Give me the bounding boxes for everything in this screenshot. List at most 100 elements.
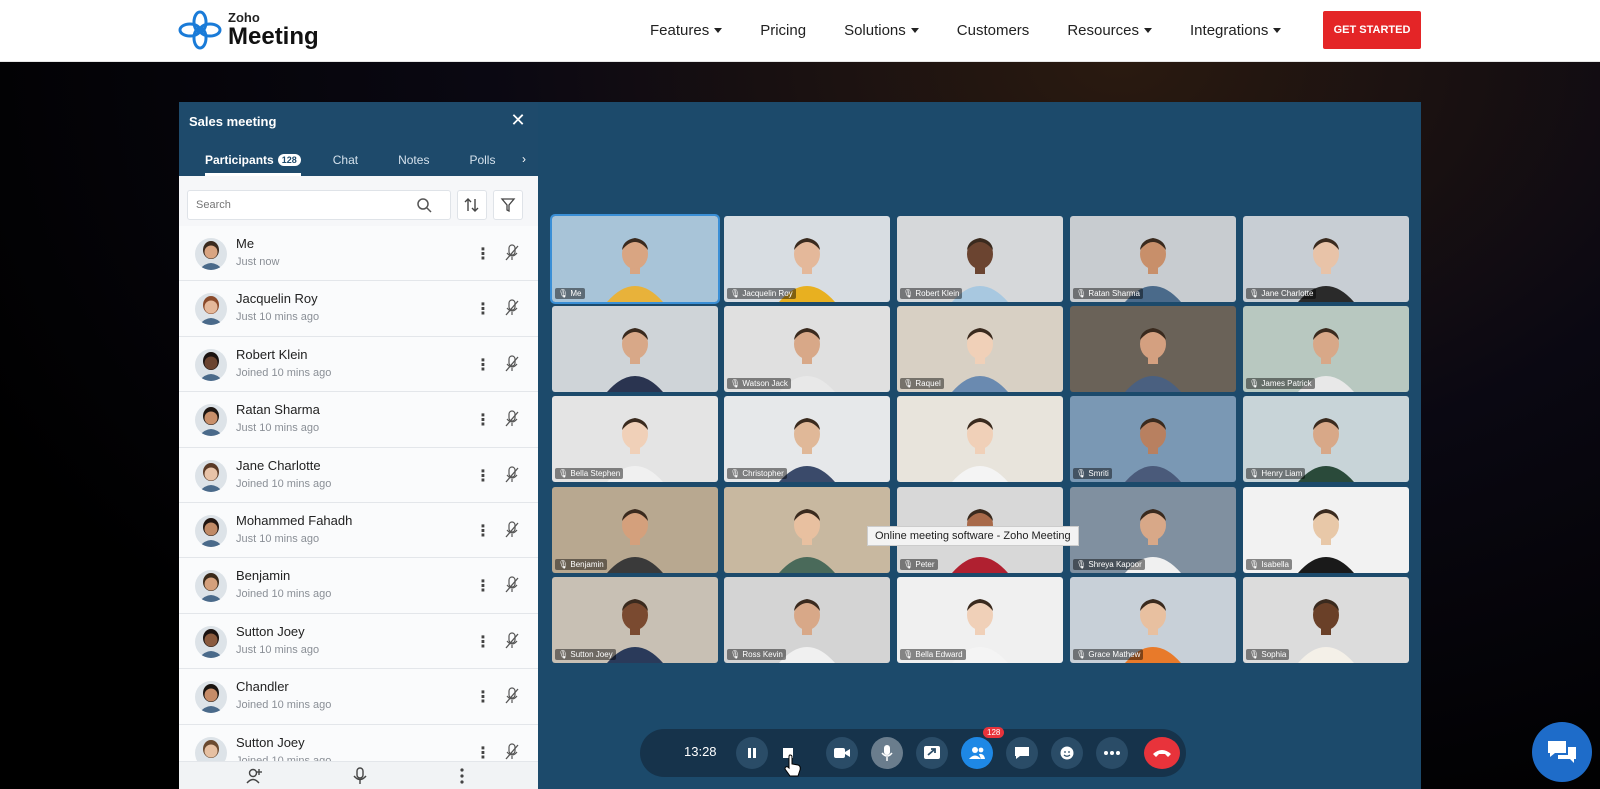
- avatar: [195, 570, 227, 603]
- zoho-meeting-logo[interactable]: Zoho Meeting: [178, 10, 319, 50]
- mic-muted-icon[interactable]: [505, 465, 519, 484]
- mic-muted-icon: 🎙︎: [1249, 379, 1262, 388]
- participant-row[interactable]: Jacquelin Roy Just 10 mins ago ⋮: [179, 281, 538, 337]
- video-tile[interactable]: 🎙︎ Bella Edward: [897, 577, 1063, 663]
- mic-muted-icon[interactable]: [505, 410, 519, 428]
- video-tile[interactable]: 🎙︎ Smriti: [1070, 396, 1236, 482]
- more-vertical-icon[interactable]: ⋮: [475, 466, 491, 486]
- participant-name: Mohammed Fahadh: [236, 512, 353, 528]
- get-started-button[interactable]: GET STARTED: [1323, 11, 1421, 49]
- add-participant-icon[interactable]: [245, 767, 263, 785]
- participant-row[interactable]: Sutton Joey Joined 10 mins ago ⋮: [179, 724, 538, 761]
- more-vertical-icon[interactable]: ⋮: [475, 410, 491, 430]
- video-tile[interactable]: 🎙︎ Shreya Kapoor: [1070, 487, 1236, 573]
- participants-count-badge: 128: [277, 154, 301, 166]
- video-tile[interactable]: 🎙︎ Me: [550, 214, 720, 304]
- more-vertical-icon[interactable]: ⋮: [475, 355, 491, 375]
- more-vertical-icon[interactable]: ⋮: [475, 521, 491, 541]
- video-tile[interactable]: 🎙︎ Raquel: [897, 306, 1063, 392]
- nav-pricing[interactable]: Pricing: [760, 22, 806, 39]
- video-tile[interactable]: 🎙︎ Robert Klein: [897, 216, 1063, 302]
- mic-muted-icon[interactable]: [505, 244, 519, 262]
- participant-row[interactable]: Robert Klein Joined 10 mins ago ⋮: [179, 336, 538, 393]
- participants-count-badge: 128: [983, 727, 1005, 738]
- video-tile[interactable]: 🎙︎ Sutton Joey: [552, 577, 718, 663]
- nav-customers[interactable]: Customers: [957, 22, 1030, 39]
- more-vertical-icon[interactable]: ⋮: [475, 632, 491, 652]
- chevron-right-icon[interactable]: ›: [522, 152, 526, 166]
- mic-muted-icon[interactable]: [505, 632, 519, 650]
- video-tile[interactable]: [552, 306, 718, 392]
- tile-name-label: 🎙︎ Me: [555, 288, 585, 299]
- more-vertical-icon[interactable]: ⋮: [475, 687, 491, 707]
- more-vertical-icon[interactable]: ⋮: [475, 299, 491, 319]
- video-tile[interactable]: 🎙︎ Ratan Sharma: [1070, 216, 1236, 302]
- participant-row[interactable]: Benjamin Joined 10 mins ago ⋮: [179, 558, 538, 614]
- participant-row[interactable]: Ratan Sharma Just 10 mins ago ⋮: [179, 392, 538, 448]
- mic-muted-icon[interactable]: [505, 521, 519, 539]
- more-button[interactable]: [1096, 737, 1128, 769]
- video-tile[interactable]: 🎙︎ James Patrick: [1243, 306, 1409, 392]
- participant-row[interactable]: Mohammed Fahadh Just 10 mins ago ⋮: [179, 502, 538, 559]
- chat-icon: [1015, 747, 1029, 759]
- more-vertical-icon[interactable]: ⋮: [475, 743, 491, 761]
- live-chat-button[interactable]: [1532, 722, 1592, 782]
- video-tile[interactable]: 🎙︎ Jane Charlotte: [1243, 216, 1409, 302]
- mic-muted-icon[interactable]: [505, 687, 519, 705]
- nav-integrations[interactable]: Integrations: [1190, 22, 1282, 39]
- video-tile[interactable]: 🎙︎ Watson Jack: [724, 306, 890, 392]
- more-vertical-icon[interactable]: [453, 767, 471, 785]
- video-tile[interactable]: [1070, 306, 1236, 392]
- mic-muted-icon[interactable]: [505, 742, 519, 761]
- chevron-down-icon: [714, 27, 723, 33]
- participant-name: Sutton Joey: [236, 623, 305, 639]
- more-vertical-icon[interactable]: ⋮: [475, 244, 491, 264]
- video-tile[interactable]: 🎙︎ Isabella: [1243, 487, 1409, 573]
- sort-button[interactable]: [457, 190, 487, 220]
- participant-video: [952, 328, 1008, 392]
- mic-button[interactable]: [871, 737, 903, 769]
- video-tile[interactable]: 🎙︎ Sophia: [1243, 577, 1409, 663]
- share-screen-button[interactable]: [916, 737, 948, 769]
- nav-solutions[interactable]: Solutions: [844, 22, 919, 39]
- close-icon[interactable]: ✕: [509, 111, 527, 129]
- nav-features[interactable]: Features: [650, 22, 723, 39]
- mic-muted-icon: 🎙︎: [1076, 289, 1089, 298]
- tab-notes[interactable]: Notes: [398, 144, 429, 176]
- video-tile[interactable]: 🎙︎ Christopher: [724, 396, 890, 482]
- more-vertical-icon[interactable]: ⋮: [475, 576, 491, 596]
- reactions-button[interactable]: [1051, 737, 1083, 769]
- video-tile[interactable]: 🎙︎ Grace Mathew: [1070, 577, 1236, 663]
- video-tile[interactable]: 🎙︎ Jacquelin Roy: [724, 216, 890, 302]
- video-button[interactable]: [826, 737, 858, 769]
- participant-row[interactable]: Me Just now ⋮: [179, 226, 538, 282]
- mic-muted-icon: 🎙︎: [1249, 289, 1262, 298]
- mic-muted-icon[interactable]: [505, 299, 519, 317]
- mic-icon: [881, 745, 893, 761]
- mic-muted-icon[interactable]: [505, 576, 519, 594]
- video-tile[interactable]: [724, 487, 890, 573]
- tab-chat[interactable]: Chat: [333, 144, 358, 176]
- video-tile[interactable]: 🎙︎ Henry Liam: [1243, 396, 1409, 482]
- mic-muted-icon[interactable]: [505, 355, 519, 373]
- participants-button[interactable]: [961, 737, 993, 769]
- video-tile[interactable]: [897, 396, 1063, 482]
- tab-polls[interactable]: Polls: [469, 144, 495, 176]
- chat-button[interactable]: [1006, 737, 1038, 769]
- tile-name: Bella Edward: [915, 650, 963, 659]
- video-tile[interactable]: 🎙︎ Bella Stephen: [552, 396, 718, 482]
- search-icon[interactable]: [416, 197, 432, 213]
- mic-icon[interactable]: [351, 767, 369, 785]
- participant-row[interactable]: Jane Charlotte Joined 10 mins ago ⋮: [179, 447, 538, 503]
- tile-name: Me: [570, 289, 582, 298]
- tab-participants[interactable]: Participants 128: [205, 144, 301, 176]
- search-input[interactable]: [196, 199, 416, 211]
- pause-button[interactable]: [736, 737, 768, 769]
- end-call-button[interactable]: [1144, 737, 1180, 769]
- participant-row[interactable]: Chandler Joined 10 mins ago ⋮: [179, 669, 538, 725]
- video-tile[interactable]: 🎙︎ Benjamin: [552, 487, 718, 573]
- filter-button[interactable]: [493, 190, 523, 220]
- nav-resources[interactable]: Resources: [1067, 22, 1153, 39]
- participant-row[interactable]: Sutton Joey Just 10 mins ago ⋮: [179, 613, 538, 670]
- video-tile[interactable]: 🎙︎ Ross Kevin: [724, 577, 890, 663]
